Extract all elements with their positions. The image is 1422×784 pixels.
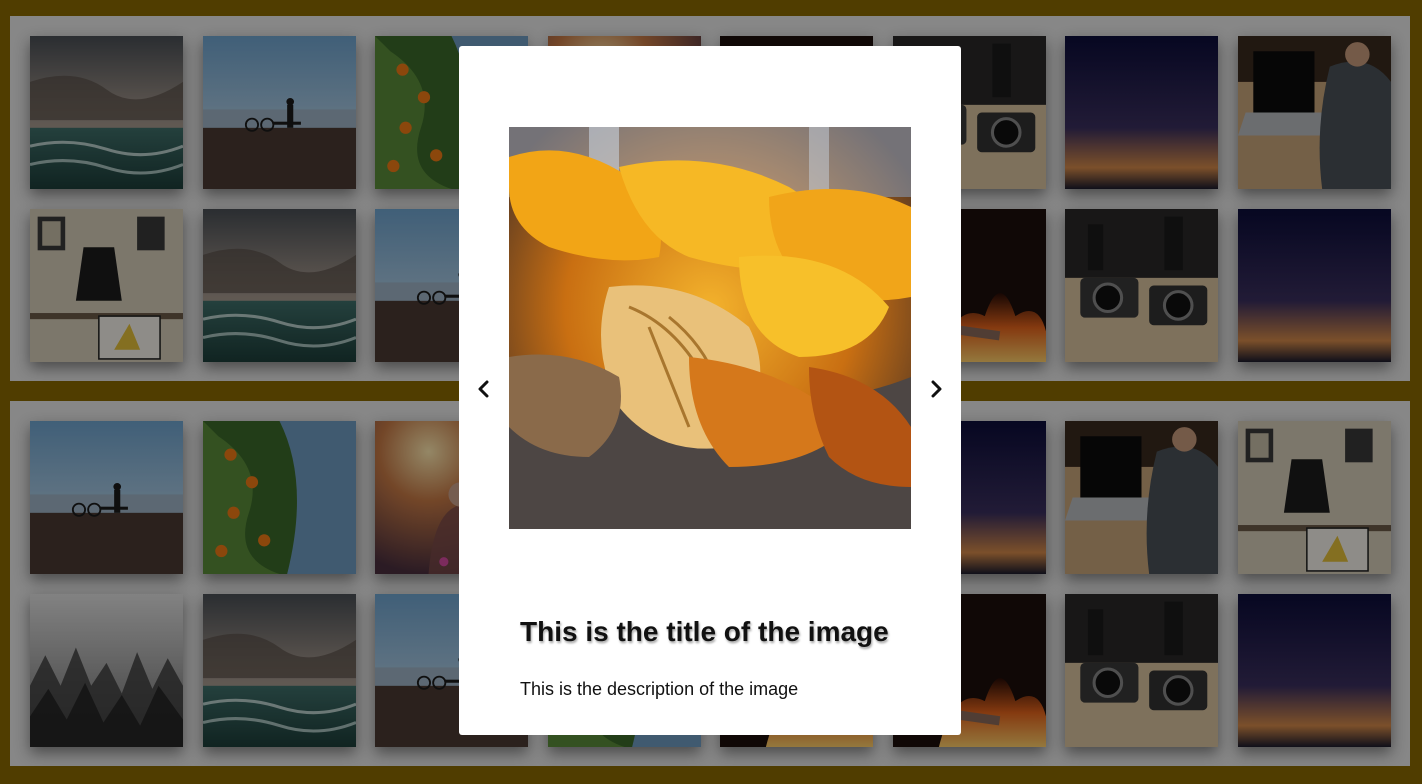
next-image-button[interactable] — [925, 378, 947, 400]
modal-title: This is the title of the image — [520, 616, 889, 647]
image-modal: This is the title of the image This is t… — [459, 46, 961, 735]
chevron-right-icon — [931, 380, 942, 398]
modal-description: This is the description of the image — [520, 679, 799, 699]
chevron-left-icon — [478, 380, 489, 398]
autumn-leaves-photo — [509, 127, 911, 529]
modal-image — [509, 127, 911, 529]
previous-image-button[interactable] — [473, 378, 495, 400]
